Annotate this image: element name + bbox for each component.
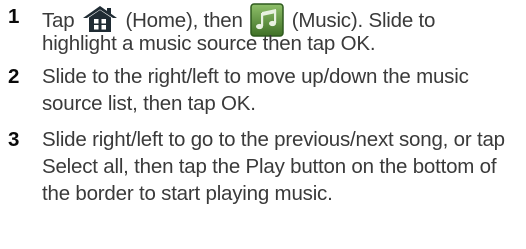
step-number: 3 xyxy=(8,128,20,151)
step-number: 2 xyxy=(8,65,20,88)
step-text: Tap xyxy=(42,9,75,32)
step-1: 1 Tap (Home), then (Music). Slide to hig… xyxy=(0,3,526,57)
step-text: Slide right/left to go to the previous/n… xyxy=(42,128,505,205)
step-number: 1 xyxy=(8,5,20,28)
home-icon xyxy=(82,5,118,33)
step-text: Slide to the right/left to move up/down … xyxy=(42,65,469,115)
step-2: 2 Slide to the right/left to move up/dow… xyxy=(0,63,526,117)
step-1-line-1: Tap (Home), then (Music). Slide to xyxy=(42,3,518,37)
instruction-steps: 1 Tap (Home), then (Music). Slide to hig… xyxy=(0,0,526,207)
step-3: 3 Slide right/left to go to the previous… xyxy=(0,126,526,207)
step-text: highlight a music source then tap OK. xyxy=(42,32,376,55)
step-text: (Home), then xyxy=(125,9,243,32)
step-text: (Music). Slide to xyxy=(291,9,436,32)
